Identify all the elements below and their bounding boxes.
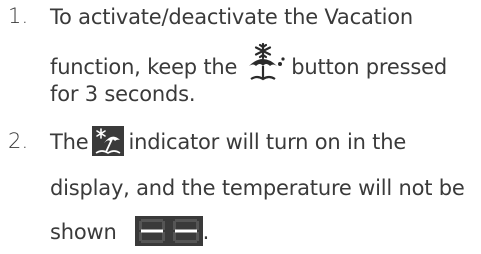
step-1-line-1: To activate/deactivate the Vacation <box>50 5 414 29</box>
vacation-umbrella-snowflake-icon <box>243 42 285 82</box>
vacation-indicator-icon <box>92 126 125 156</box>
step-2-line-2: display, and the temperature will not be <box>50 176 465 200</box>
segment-display-dash-icon <box>134 216 203 246</box>
step-number: 2. <box>8 129 29 153</box>
step-2-line-3: shown . <box>50 216 209 248</box>
step-1-line-3: for 3 seconds. <box>50 82 196 106</box>
step-2-line-1: The indicator will turn on in the <box>50 126 406 158</box>
step-number: 1. <box>8 4 29 28</box>
